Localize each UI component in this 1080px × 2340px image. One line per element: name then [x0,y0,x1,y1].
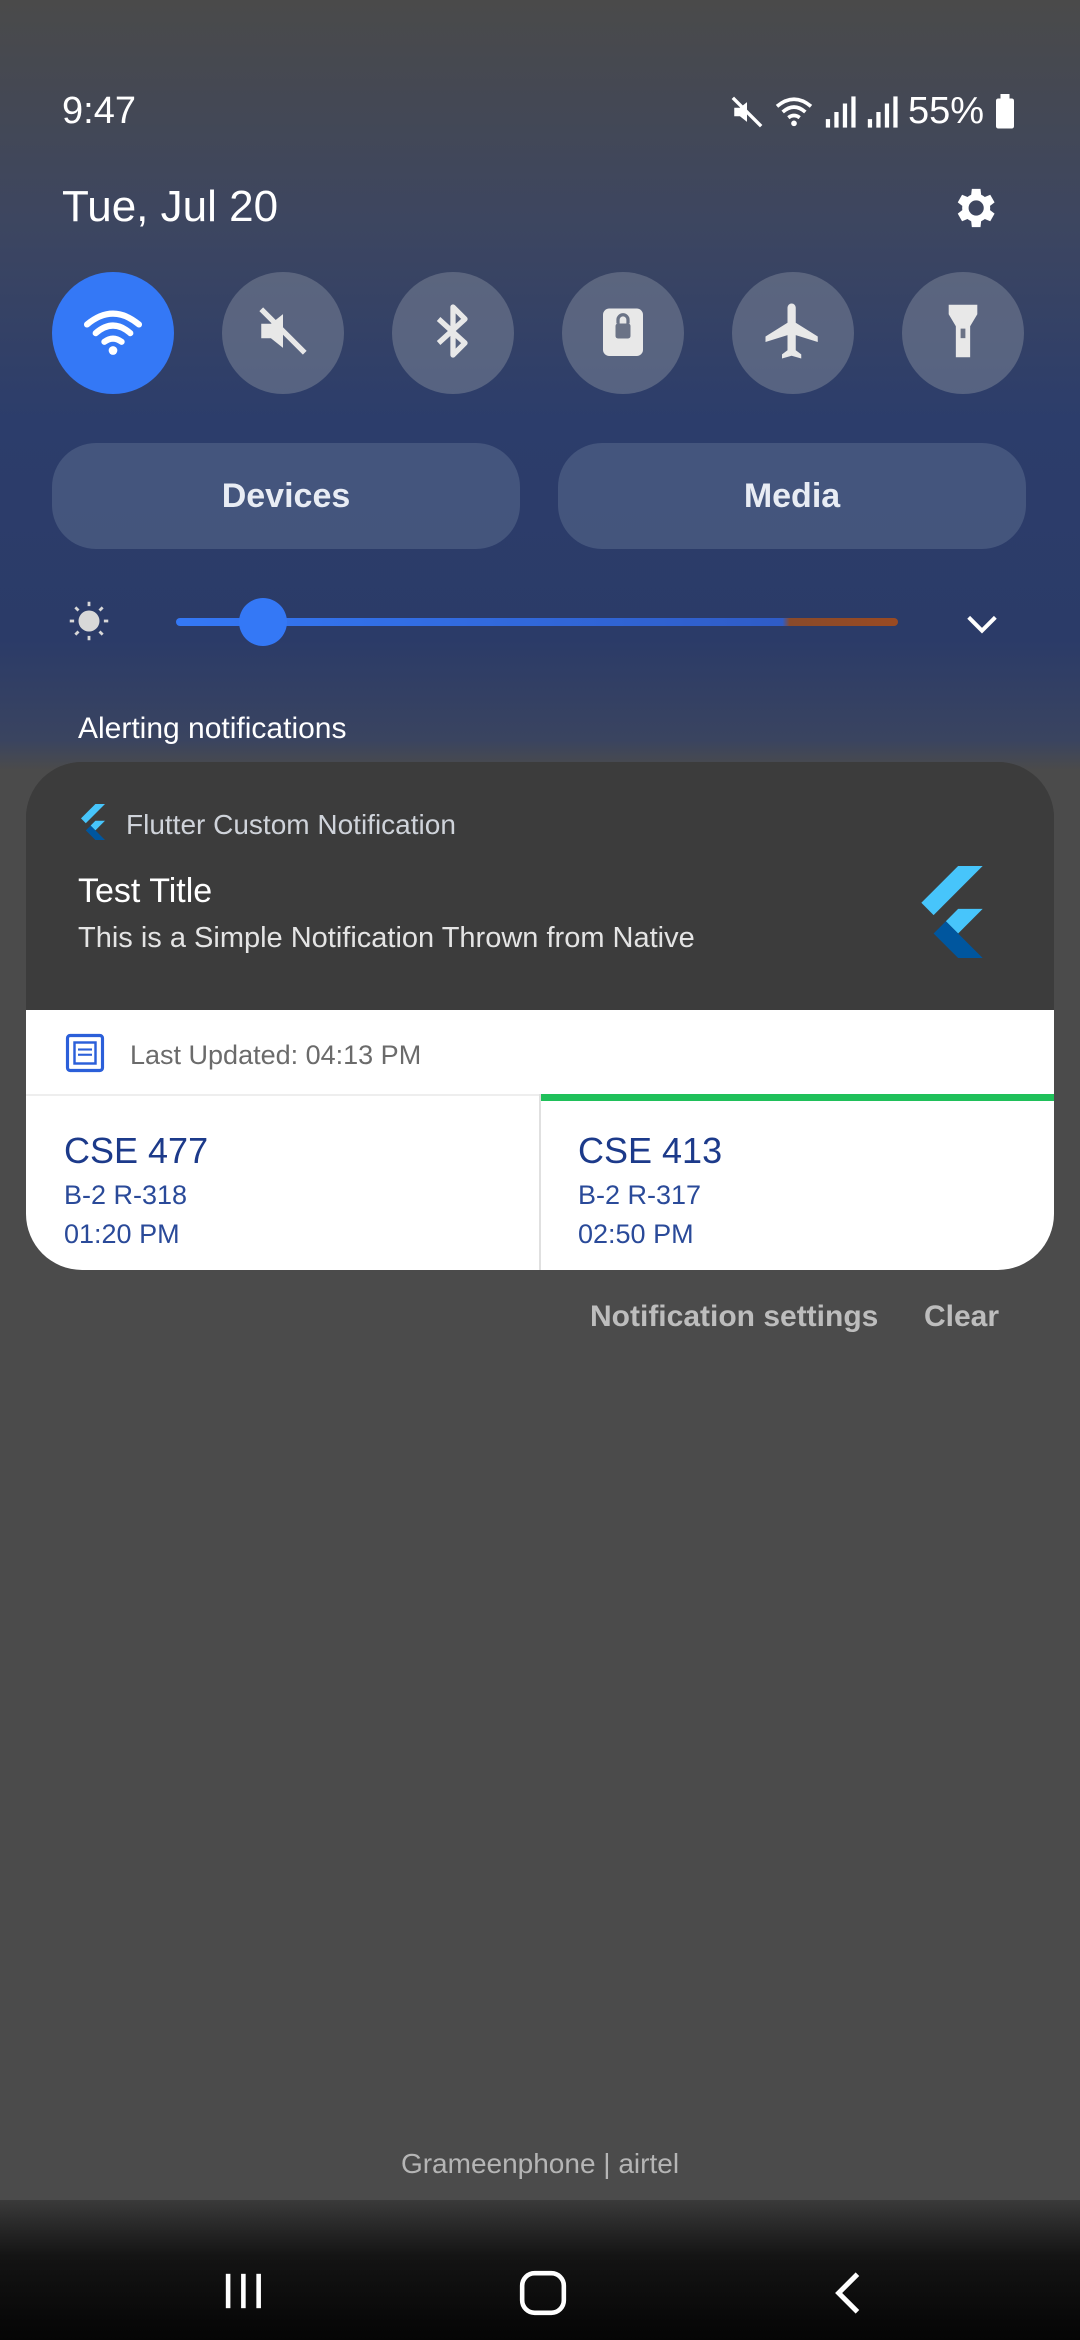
brightness-icon [68,600,110,642]
airplane-toggle[interactable] [732,272,854,394]
clock: 9:47 [62,90,136,132]
last-updated-row: Last Updated: 04:13 PM [64,1032,421,1079]
notification-body: This is a Simple Notification Thrown fro… [78,922,695,954]
custom-notification-view: Last Updated: 04:13 PM CSE 477 B-2 R-318… [26,1010,1054,1270]
course-room: B-2 R-318 [64,1180,188,1210]
course-time: 01:20 PM [64,1219,180,1249]
active-course-indicator [541,1094,1054,1101]
app-name: Flutter Custom Notification [126,808,456,840]
navigation-bar [0,2200,1080,2340]
wifi-icon [774,95,814,129]
devices-button[interactable]: Devices [52,443,520,549]
last-updated-text: Last Updated: 04:13 PM [130,1040,422,1070]
gear-icon[interactable] [948,182,1000,234]
carrier-label: Grameenphone | airtel [400,2148,680,2179]
home-icon[interactable] [518,2270,568,2321]
lock-rotation-icon [597,301,649,366]
sound-toggle[interactable] [222,272,344,394]
battery-icon [994,93,1016,130]
notification-card[interactable]: Flutter Custom Notification Test Title T… [26,762,1054,1270]
flutter-logo-icon [78,804,108,845]
section-label: Alerting notifications [78,712,347,745]
bluetooth-toggle[interactable] [392,272,514,394]
course-time: 02:50 PM [578,1219,694,1249]
date-label: Tue, Jul 20 [62,182,279,231]
airplane-icon [760,298,826,369]
divider [539,1094,541,1270]
back-icon[interactable] [830,2270,864,2321]
signal-icon [866,95,898,129]
status-icons: 55% [730,90,1016,133]
course-code: CSE 477 [64,1130,209,1171]
app-row: Flutter Custom Notification [78,804,456,845]
signal-icon [824,95,856,129]
brightness-slider-handle[interactable] [238,598,287,646]
course-item: CSE 477 B-2 R-318 01:20 PM [64,1130,208,1250]
flashlight-toggle[interactable] [902,272,1024,394]
quick-toggles [52,272,1028,394]
battery-percent: 55% [907,90,984,132]
chevron-down-icon[interactable] [962,604,1002,644]
brightness-control [0,590,1080,654]
document-icon [64,1032,106,1079]
media-button[interactable]: Media [558,443,1026,549]
mute-icon [254,302,312,365]
mute-icon [730,95,764,129]
rotation-lock-toggle[interactable] [562,272,684,394]
flashlight-icon [938,300,988,367]
flutter-logo-icon [914,866,990,958]
notification-header: Flutter Custom Notification Test Title T… [26,762,1054,1010]
wifi-toggle[interactable] [52,272,174,394]
course-code: CSE 413 [578,1130,723,1171]
wifi-icon [82,305,144,362]
course-room: B-2 R-317 [578,1180,702,1210]
status-bar: 9:47 55% [0,90,1080,140]
notification-title: Test Title [78,872,213,910]
clear-button[interactable]: Clear [924,1300,999,1334]
recents-icon[interactable] [220,2270,266,2317]
notification-settings-button[interactable]: Notification settings [590,1300,878,1334]
course-item-active: CSE 413 B-2 R-317 02:50 PM [578,1130,722,1250]
bluetooth-icon [429,301,477,366]
